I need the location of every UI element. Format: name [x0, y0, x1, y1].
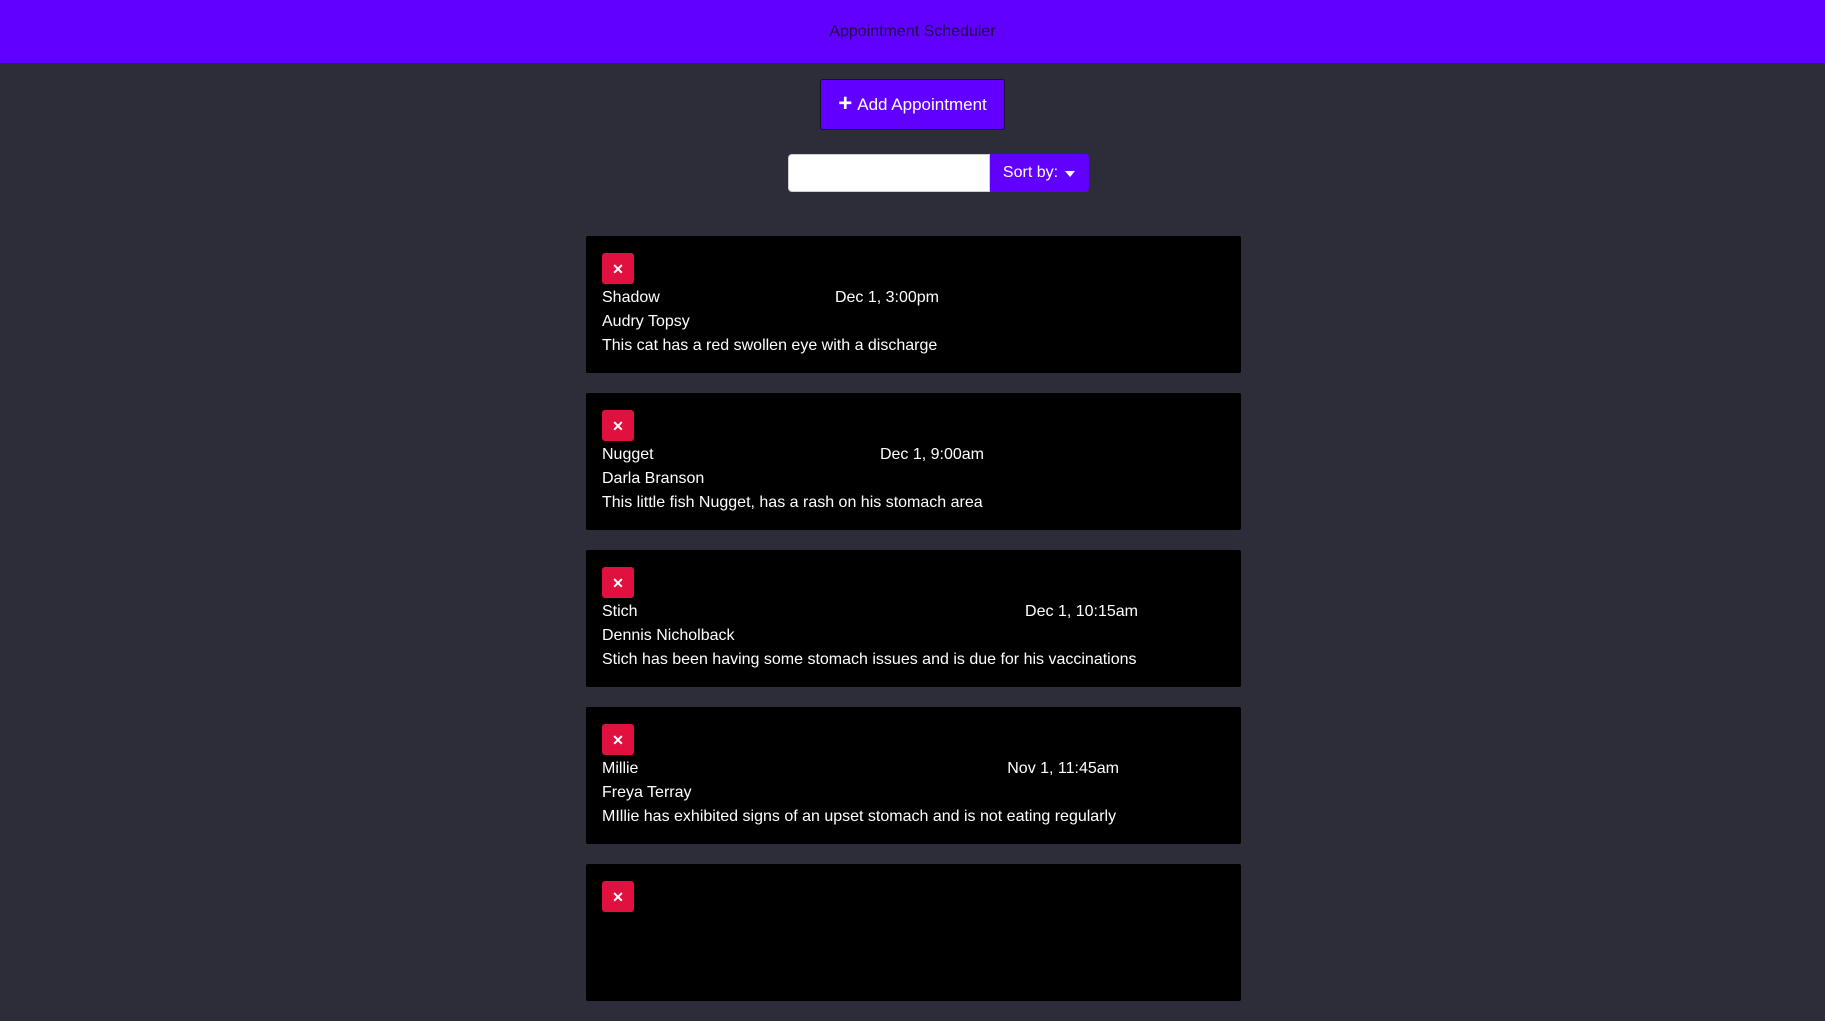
search-bar: Sort by: — [51, 154, 1825, 192]
owner-name: Audry Topsy — [602, 313, 690, 330]
appointment-card: ✕ Nugget Dec 1, 9:00am Darla Branson Thi… — [586, 393, 1241, 530]
sort-label: Sort by: — [1002, 164, 1059, 181]
owner-name: Darla Branson — [602, 470, 705, 487]
appointment-header-row: Millie Nov 1, 11:45am — [602, 757, 1225, 781]
add-appointment-label: Add Appointment — [857, 94, 987, 114]
delete-appointment-button[interactable]: ✕ — [602, 410, 634, 441]
appointment-date: Dec 1, 3:00pm — [834, 289, 939, 306]
appointment-header-group: Shadow Dec 1, 3:00pm — [602, 286, 939, 310]
appointment-notes: This cat has a red swollen eye with a di… — [602, 337, 938, 354]
close-icon: ✕ — [612, 888, 624, 905]
appointment-date: Dec 1, 10:15am — [1025, 603, 1138, 620]
close-icon: ✕ — [612, 417, 624, 434]
appointment-card: ✕ — [586, 864, 1241, 1001]
appointment-date: Nov 1, 11:45am — [1007, 760, 1119, 777]
search-input[interactable] — [787, 154, 990, 192]
close-icon: ✕ — [612, 574, 624, 591]
appointment-header-row: Nugget Dec 1, 9:00am — [602, 443, 1225, 467]
appointment-card: ✕ Shadow Dec 1, 3:00pm Audry Topsy This … — [586, 236, 1241, 373]
appointment-header-group: Millie Nov 1, 11:45am — [602, 757, 1119, 781]
appointment-card: ✕ Millie Nov 1, 11:45am Freya Terray MIl… — [586, 707, 1241, 844]
pet-name: Stich — [602, 603, 638, 620]
close-icon: ✕ — [612, 731, 624, 748]
appointment-list: ✕ Shadow Dec 1, 3:00pm Audry Topsy This … — [586, 236, 1241, 1021]
owner-name: Freya Terray — [602, 784, 692, 801]
sort-dropdown-button[interactable]: Sort by: — [989, 154, 1089, 192]
delete-appointment-button[interactable]: ✕ — [602, 567, 634, 598]
owner-name: Dennis Nicholback — [602, 627, 735, 644]
plus-icon: + — [838, 89, 853, 117]
appointment-notes: This little fish Nugget, has a rash on h… — [602, 494, 983, 511]
appointment-header-row: Stich Dec 1, 10:15am — [602, 600, 1225, 624]
appointment-header-group: Stich Dec 1, 10:15am — [602, 600, 1138, 624]
pet-name: Shadow — [602, 289, 660, 306]
appointment-notes: Stich has been having some stomach issue… — [602, 651, 1137, 668]
delete-appointment-button[interactable]: ✕ — [602, 253, 634, 284]
delete-appointment-button[interactable]: ✕ — [602, 881, 634, 912]
pet-name: Nugget — [602, 446, 654, 463]
appointment-card: ✕ Stich Dec 1, 10:15am Dennis Nicholback… — [586, 550, 1241, 687]
pet-name: Millie — [602, 760, 639, 777]
appointment-notes: MIllie has exhibited signs of an upset s… — [602, 808, 1117, 825]
delete-appointment-button[interactable]: ✕ — [602, 724, 634, 755]
appointment-date: Dec 1, 9:00am — [879, 446, 984, 463]
caret-down-icon — [1065, 170, 1076, 177]
add-appointment-button[interactable]: + Add Appointment — [820, 79, 1005, 130]
add-appointment-container: + Add Appointment — [0, 79, 1825, 130]
app-title: Appointment Scheduler — [829, 22, 996, 40]
close-icon: ✕ — [612, 260, 624, 277]
appointment-header-group: Nugget Dec 1, 9:00am — [602, 443, 984, 467]
app-header: Appointment Scheduler — [0, 0, 1825, 63]
appointment-header-row: Shadow Dec 1, 3:00pm — [602, 286, 1225, 310]
